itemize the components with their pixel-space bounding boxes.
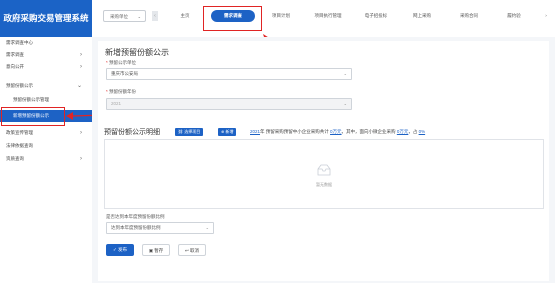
empty-text: 暂无数据 <box>316 182 332 187</box>
year-label: * 预留份额年份 <box>106 89 137 94</box>
tab-contract[interactable]: 采购合同 <box>452 10 486 22</box>
sidebar: 需求调查中心 需求调查 › 意向公开 › 预留份额公示 ⌄ 预留份额公示管理 新增预留… <box>0 37 93 283</box>
chevron-right-icon: › <box>80 64 82 70</box>
chevron-right-icon: › <box>80 130 82 136</box>
chevron-down-icon: ⌄ <box>76 83 82 89</box>
add-button[interactable]: ⊕ 新增 <box>218 128 237 136</box>
year-select-field: 2021 ⌄ <box>106 98 352 110</box>
tab-project-plan[interactable]: 项目计划 <box>264 10 298 22</box>
unit-select-label: 采购单位 <box>110 14 128 19</box>
publish-button[interactable]: ✓ 发布 <box>106 244 134 256</box>
top-bar: 政府采购交易管理系统 采购单位 ⌄ ‹ 主页 需求调查 项目计划 项目执行管理 … <box>0 0 555 38</box>
unit-select[interactable]: 采购单位 ⌄ <box>103 10 146 22</box>
main-area: 新增预留份额公示 * 预留公示单位 重庆市公安局 ⌄ * 预留份额年份 2021… <box>92 37 555 283</box>
tab-online-purchase[interactable]: 网上采购 <box>405 10 439 22</box>
tab-e-bidding[interactable]: 电子招投标 <box>356 10 396 22</box>
empty-box-icon <box>317 164 331 176</box>
nav-left-arrow-icon[interactable]: ‹ <box>152 11 158 21</box>
nav-right-arrow-icon[interactable]: › <box>540 10 552 22</box>
chevron-right-icon: › <box>80 156 82 162</box>
chevron-right-icon: › <box>80 52 82 58</box>
sidebar-item-law[interactable]: 法律依据查询 <box>0 140 92 152</box>
app-title: 政府采购交易管理系统 <box>0 0 92 37</box>
sidebar-item-reserved-share-manage[interactable]: 预留份额公示管理 <box>0 94 92 106</box>
detail-title: 预留份额公示明细 <box>104 129 160 136</box>
cancel-button[interactable]: ↩ 取消 <box>178 244 206 256</box>
tab-demand-survey[interactable]: 需求调查 <box>211 10 255 22</box>
detail-header: 预留份额公示明细 ⛓ 选择项目 ⊕ 新增 2021年 预留采购预留中小企业采购共… <box>104 127 544 139</box>
chevron-down-icon: ⌄ <box>205 225 209 230</box>
form-panel: 新增预留份额公示 * 预留公示单位 重庆市公安局 ⌄ * 预留份额年份 2021… <box>98 41 549 281</box>
unit-select-field[interactable]: 重庆市公安局 ⌄ <box>106 68 352 80</box>
chevron-down-icon: ⌄ <box>343 101 347 106</box>
detail-table: 暂无数据 <box>104 139 544 209</box>
unit-label: * 预留公示单位 <box>106 60 137 65</box>
save-button[interactable]: ▣ 暂存 <box>142 244 170 256</box>
tab-home[interactable]: 主页 <box>170 10 200 22</box>
sidebar-item-intent-public[interactable]: 意向公开 › <box>0 61 92 73</box>
sidebar-item-add-reserved-share[interactable]: 新增预留份额公示 <box>0 110 92 122</box>
select-project-button[interactable]: ⛓ 选择项目 <box>175 128 204 136</box>
ratio-label: 是否达到本年度预留份额比例 <box>106 214 165 219</box>
summary-text: 2021年 预留采购预留中小企业采购共计 0万元，其中，面向小微企业采购 0万元… <box>250 129 426 134</box>
sidebar-item-demand-survey[interactable]: 需求调查 › <box>0 49 92 61</box>
sidebar-item-demand-center[interactable]: 需求调查中心 <box>0 37 92 49</box>
chevron-down-icon: ⌄ <box>343 71 347 76</box>
tab-project-execution[interactable]: 项目执行管理 <box>307 10 349 22</box>
tab-performance[interactable]: 履约验 <box>497 10 531 22</box>
sidebar-item-reserved-share[interactable]: 预留份额公示 ⌄ <box>0 80 92 92</box>
chevron-down-icon: ⌄ <box>137 14 141 19</box>
sidebar-item-policy[interactable]: 政策宣传管理 › <box>0 127 92 139</box>
ratio-select[interactable]: 达到本年度预留份额比例 ⌄ <box>106 222 214 234</box>
sidebar-item-qualification[interactable]: 资质查询 › <box>0 153 92 165</box>
page-title: 新增预留份额公示 <box>105 48 169 57</box>
